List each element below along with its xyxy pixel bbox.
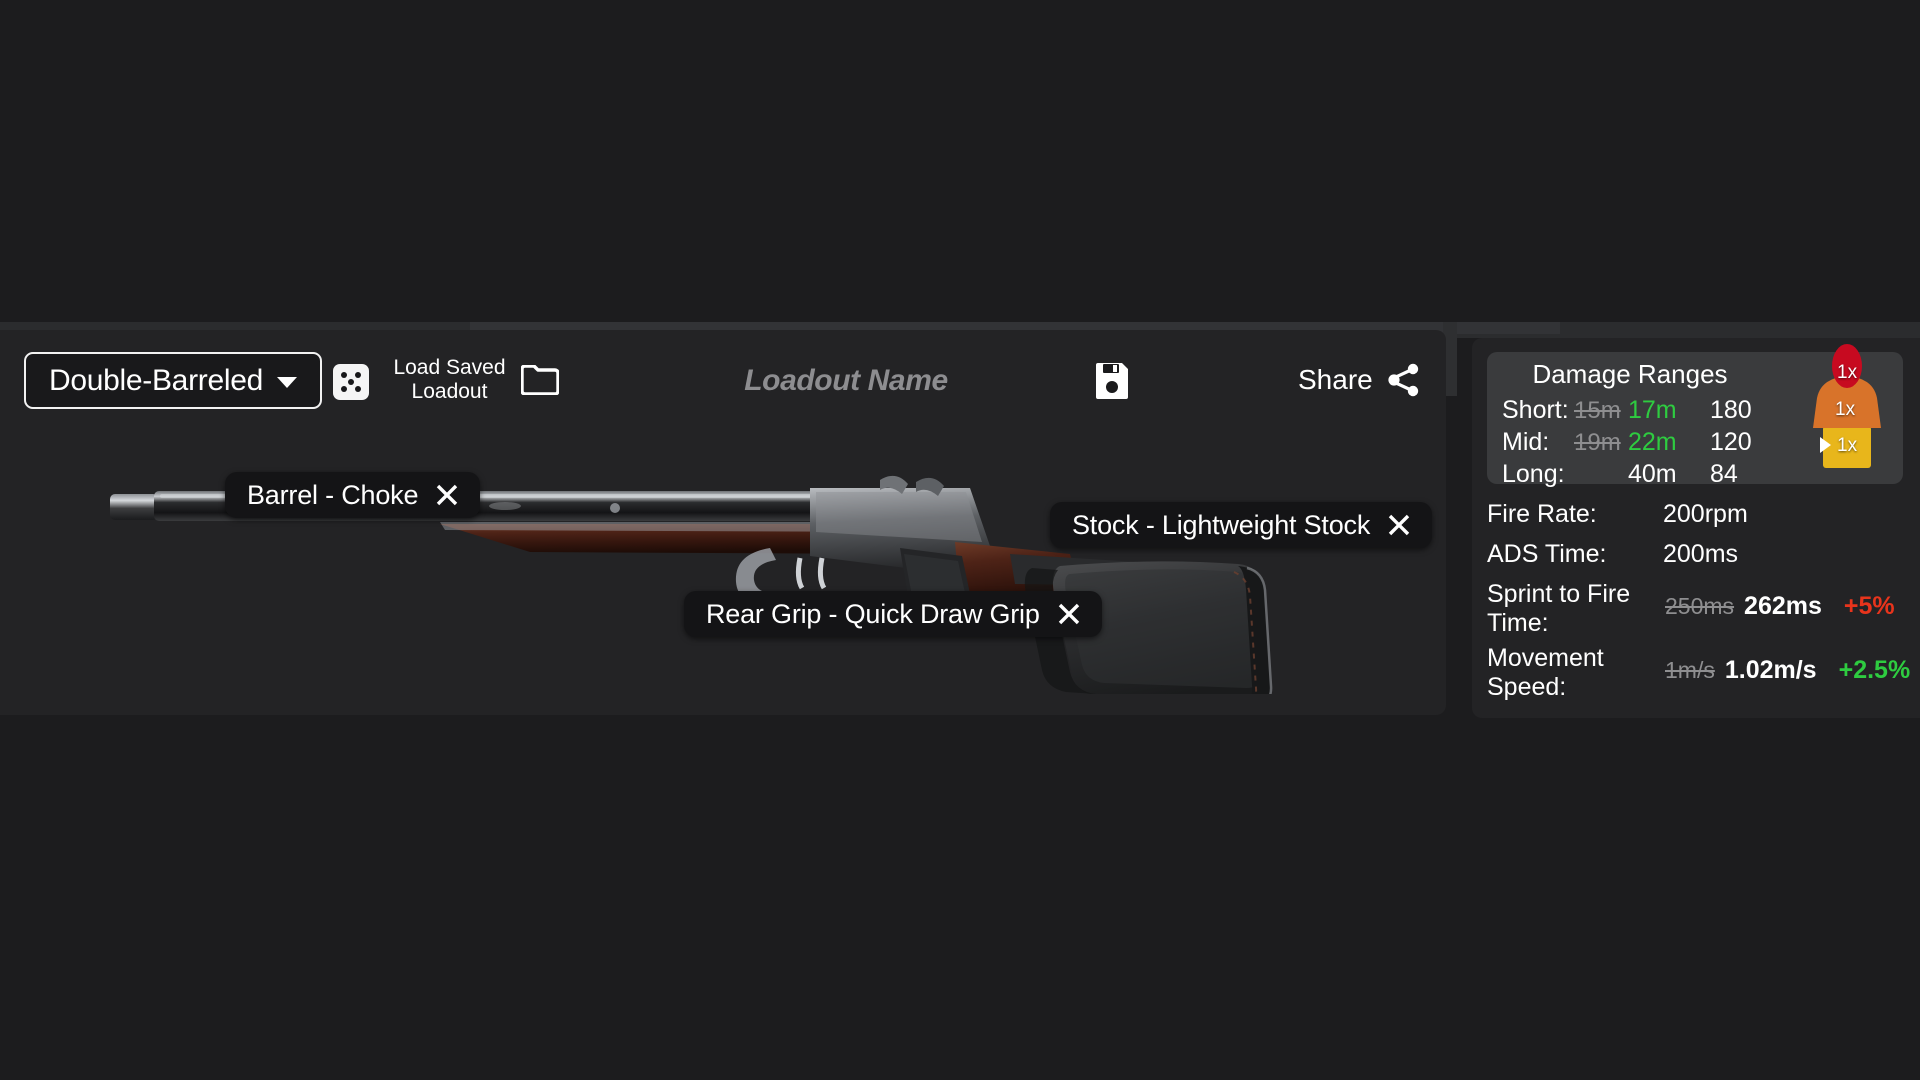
range-label: Short:	[1502, 396, 1569, 424]
stat-old-value: 250ms	[1665, 593, 1735, 619]
range-new-value: 40m	[1628, 460, 1677, 488]
attachment-label: Barrel - Choke	[247, 479, 419, 510]
stat-row-sprint-to-fire-time: Sprint to Fire Time: 250ms 262ms +5%	[1487, 580, 1905, 638]
hitzone-silhouette: 1x 1x 1x	[1801, 342, 1893, 470]
dice-pip	[341, 386, 347, 392]
stat-row-movement-speed: Movement Speed: 1m/s 1.02m/s +2.5%	[1487, 644, 1910, 702]
loadout-name-input[interactable]	[731, 364, 961, 398]
chevron-down-icon	[276, 376, 297, 388]
close-x-icon[interactable]	[436, 484, 458, 506]
share-icon	[1388, 363, 1418, 397]
range-old-value: 19m	[1574, 429, 1621, 456]
attachment-chip-rear-grip[interactable]: Rear Grip - Quick Draw Grip	[684, 591, 1102, 637]
dice-pip	[355, 386, 361, 392]
loadout-toolbar: Double-Barreled Load Saved Loadout Loado…	[0, 342, 1446, 420]
weapon-selector-value: Double-Barreled	[49, 363, 263, 397]
dice-pip	[341, 372, 347, 378]
range-damage-value: 180	[1710, 396, 1752, 424]
stat-value: 200rpm	[1663, 500, 1748, 528]
load-saved-loadout-label: Load Saved Loadout	[393, 356, 506, 403]
folder-icon	[521, 365, 559, 395]
head-multiplier: 1x	[1837, 362, 1858, 383]
floppy-disk-save-icon	[1096, 363, 1128, 399]
attachment-label: Stock - Lightweight Stock	[1072, 509, 1371, 540]
weapon-selector-dropdown[interactable]: Double-Barreled	[24, 352, 322, 409]
dice-pip	[355, 372, 361, 378]
stat-label: Movement Speed:	[1487, 644, 1604, 701]
close-x-icon[interactable]	[1058, 603, 1080, 625]
stat-label: ADS Time:	[1487, 540, 1607, 568]
range-damage-value: 84	[1710, 460, 1738, 488]
stat-value: 200ms	[1663, 540, 1739, 568]
damage-range-row-long: Long: 40m 84	[1502, 460, 1780, 490]
save-loadout-button[interactable]	[1094, 360, 1130, 400]
stat-delta: +2.5%	[1838, 656, 1911, 684]
load-saved-loadout-button[interactable]: Load Saved Loadout	[392, 356, 559, 404]
stat-row-fire-rate: Fire Rate: 200rpm	[1487, 500, 1905, 534]
attachment-label: Rear Grip - Quick Draw Grip	[706, 598, 1040, 629]
weapon-stat-list: Fire Rate: 200rpm ADS Time: 200ms Sprint…	[1487, 500, 1910, 708]
stat-row-ads-time: ADS Time: 200ms	[1487, 540, 1905, 574]
attachment-chip-stock[interactable]: Stock - Lightweight Stock	[1050, 502, 1433, 548]
attachment-chip-barrel[interactable]: Barrel - Choke	[225, 472, 481, 518]
weapon-stats-panel: Damage Ranges Short: 15m 17m 180 Mid: 19…	[1472, 338, 1920, 718]
selected-hitzone-arrow-icon	[1820, 437, 1831, 453]
dice-pip	[348, 379, 354, 385]
range-damage-value: 120	[1710, 428, 1752, 456]
damage-range-row-mid: Mid: 19m 22m 120	[1502, 428, 1780, 458]
stat-label: Fire Rate:	[1487, 500, 1597, 528]
range-old-value: 15m	[1574, 397, 1621, 424]
close-x-icon[interactable]	[1388, 514, 1410, 536]
dice-icon	[333, 364, 369, 400]
stat-value-group: 250ms 262ms +5%	[1665, 592, 1895, 621]
body-multiplier: 1x	[1835, 399, 1856, 420]
stat-new-value: 1.02m/s	[1724, 656, 1817, 684]
stat-new-value: 262ms	[1744, 592, 1822, 620]
damage-range-row-short: Short: 15m 17m 180	[1502, 396, 1780, 426]
legs-multiplier: 1x	[1837, 435, 1858, 456]
loadout-builder-screen: Double-Barreled Load Saved Loadout Loado…	[0, 0, 1920, 1080]
share-loadout-button[interactable]: Share	[1298, 362, 1422, 398]
range-label: Mid:	[1502, 428, 1550, 456]
range-new-value: 17m	[1628, 396, 1677, 424]
stat-label: Sprint to Fire Time:	[1487, 580, 1631, 637]
range-label: Long:	[1502, 460, 1565, 488]
damage-ranges-title: Damage Ranges	[1532, 359, 1728, 389]
randomize-loadout-button[interactable]	[333, 364, 369, 400]
stat-delta: +5%	[1843, 592, 1895, 620]
stat-old-value: 1m/s	[1665, 657, 1715, 683]
stat-value-group: 1m/s 1.02m/s +2.5%	[1665, 656, 1910, 685]
weapon-preview-stage	[0, 422, 1446, 715]
damage-ranges-box: Damage Ranges Short: 15m 17m 180 Mid: 19…	[1487, 344, 1903, 488]
range-new-value: 22m	[1628, 428, 1677, 456]
share-label: Share	[1298, 364, 1373, 395]
